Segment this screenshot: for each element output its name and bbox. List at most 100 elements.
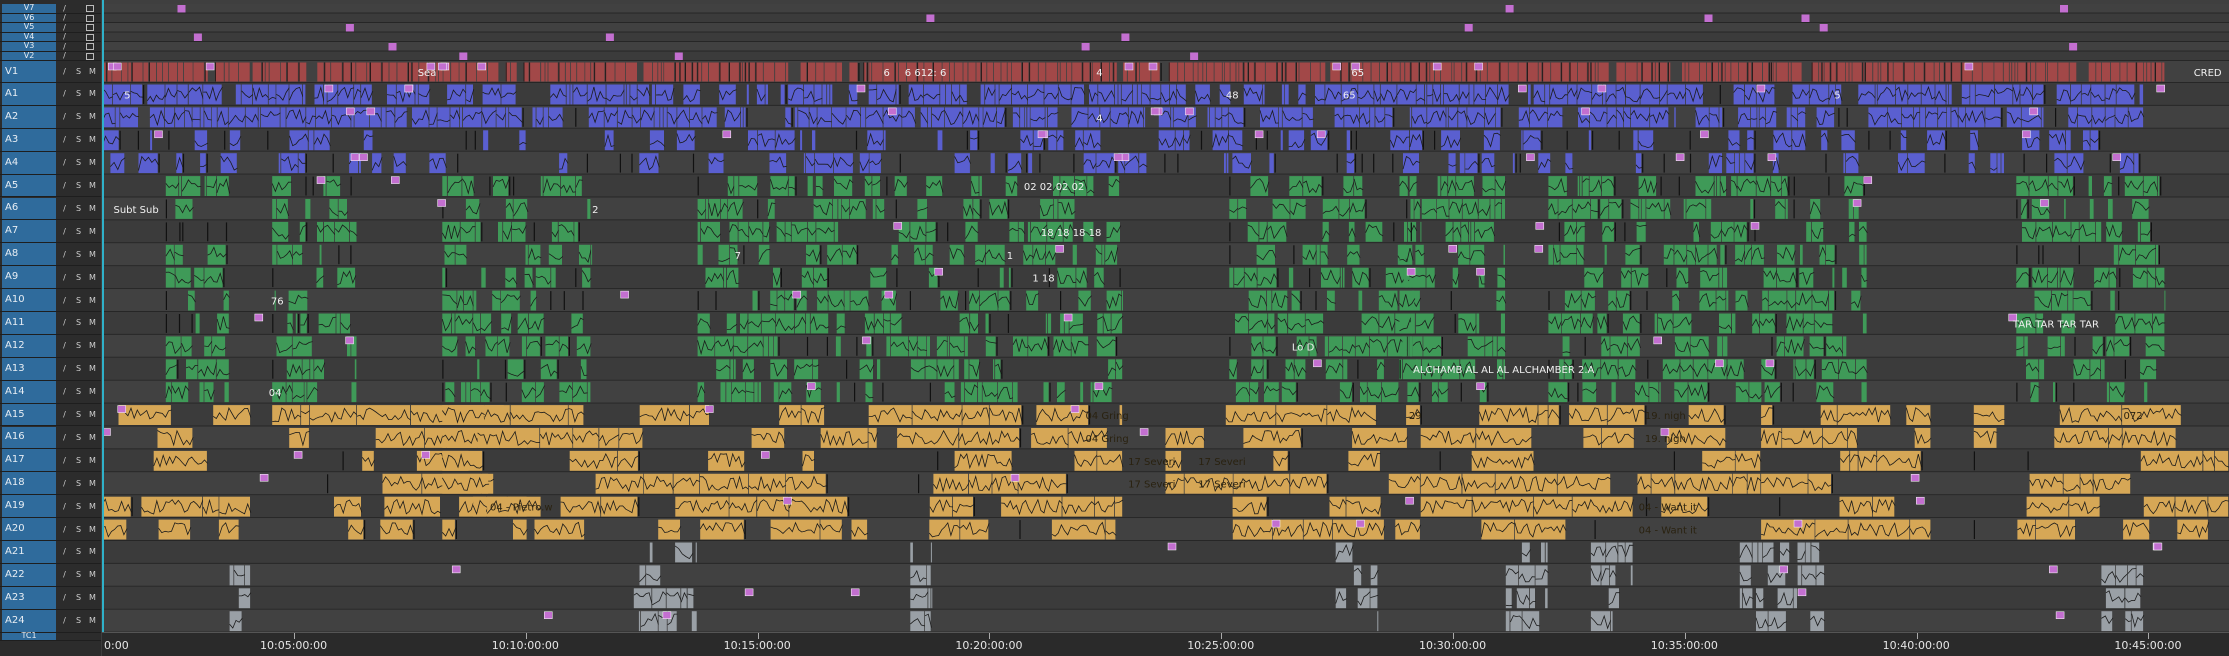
- clip[interactable]: [1793, 588, 1797, 609]
- clip[interactable]: [816, 62, 824, 82]
- clip[interactable]: [2147, 267, 2156, 288]
- clip[interactable]: [2156, 267, 2165, 288]
- clip[interactable]: [1466, 62, 1476, 82]
- clip[interactable]: [2109, 267, 2116, 288]
- clip[interactable]: [1622, 313, 1640, 334]
- clip[interactable]: [1012, 107, 1020, 128]
- clip[interactable]: [1040, 199, 1053, 219]
- clip[interactable]: [1403, 153, 1419, 174]
- clip[interactable]: [1334, 107, 1344, 128]
- clip[interactable]: [729, 496, 757, 517]
- clip[interactable]: [1379, 62, 1387, 82]
- clip[interactable]: [931, 588, 933, 609]
- clip[interactable]: [1674, 336, 1690, 357]
- clip[interactable]: [1029, 62, 1038, 82]
- track-header-a2[interactable]: A2/S M: [0, 105, 101, 129]
- clip[interactable]: [652, 62, 658, 82]
- clip[interactable]: [883, 313, 890, 334]
- clip[interactable]: [1630, 107, 1650, 128]
- clip[interactable]: [303, 84, 306, 105]
- clip[interactable]: [302, 359, 310, 380]
- solo-button[interactable]: S: [72, 610, 85, 632]
- clip[interactable]: [194, 267, 204, 288]
- marker-icon[interactable]: [2029, 107, 2038, 116]
- clip[interactable]: [2079, 221, 2096, 242]
- marker-icon[interactable]: [1167, 542, 1177, 551]
- clip[interactable]: [1796, 290, 1812, 311]
- track-pencil-icon[interactable]: /: [58, 495, 71, 517]
- track-lane-a10[interactable]: [102, 289, 2229, 312]
- marker-icon[interactable]: [1756, 84, 1766, 93]
- clip[interactable]: [785, 107, 791, 128]
- clip[interactable]: [763, 336, 769, 357]
- marker-icon[interactable]: [345, 24, 354, 32]
- clip[interactable]: [1786, 313, 1803, 334]
- clip[interactable]: [272, 199, 276, 219]
- clip[interactable]: [1577, 62, 1587, 82]
- clip[interactable]: [1505, 611, 1510, 632]
- clip[interactable]: [1456, 176, 1474, 196]
- clip[interactable]: [1150, 84, 1161, 105]
- clip[interactable]: [2113, 244, 2119, 265]
- clip[interactable]: [1485, 336, 1493, 357]
- clip[interactable]: [149, 62, 156, 82]
- marker-icon[interactable]: [1139, 428, 1149, 436]
- marker-icon[interactable]: [705, 405, 714, 413]
- clip[interactable]: [651, 84, 656, 105]
- clip[interactable]: [1340, 62, 1348, 82]
- clip[interactable]: [723, 267, 727, 288]
- track-header-a13[interactable]: A13/S M: [0, 357, 101, 381]
- marker-icon[interactable]: [1254, 130, 1264, 139]
- track-name[interactable]: A22: [2, 563, 56, 586]
- clip[interactable]: [1626, 84, 1640, 105]
- marker-icon[interactable]: [544, 611, 553, 619]
- marker-icon[interactable]: [1055, 245, 1064, 253]
- clip[interactable]: [1420, 428, 1476, 448]
- clip[interactable]: [507, 359, 524, 380]
- clip[interactable]: [697, 244, 703, 265]
- clip[interactable]: [594, 62, 605, 82]
- clip[interactable]: [558, 62, 565, 82]
- clip[interactable]: [354, 359, 357, 380]
- track-lane-a4[interactable]: [102, 151, 2229, 175]
- clip[interactable]: [1811, 62, 1819, 82]
- clip[interactable]: [1397, 84, 1416, 105]
- marker-icon[interactable]: [2022, 130, 2031, 139]
- clip[interactable]: [2143, 62, 2147, 82]
- clip[interactable]: [280, 62, 286, 82]
- clip[interactable]: [960, 519, 989, 540]
- clip[interactable]: [1454, 62, 1462, 82]
- track-lane-a14[interactable]: [102, 380, 2229, 404]
- clip[interactable]: [1745, 153, 1754, 174]
- solo-button[interactable]: S: [72, 564, 85, 586]
- clip[interactable]: [1485, 84, 1497, 105]
- clip[interactable]: [1272, 199, 1290, 219]
- clip[interactable]: [2114, 336, 2130, 357]
- clip[interactable]: [734, 359, 736, 380]
- track-name[interactable]: A3: [2, 128, 56, 151]
- clip[interactable]: [1606, 542, 1618, 563]
- clip[interactable]: [2029, 473, 2063, 494]
- track-name[interactable]: A6: [2, 197, 56, 220]
- marker-icon[interactable]: [792, 290, 801, 299]
- clip[interactable]: [218, 519, 239, 540]
- clip[interactable]: [1452, 267, 1459, 288]
- marker-icon[interactable]: [438, 62, 447, 71]
- clip[interactable]: [118, 405, 171, 425]
- marker-icon[interactable]: [1801, 14, 1810, 23]
- clip[interactable]: [1635, 382, 1649, 403]
- clip[interactable]: [1409, 336, 1413, 357]
- clip[interactable]: [216, 359, 229, 380]
- track-pencil-icon[interactable]: /: [58, 449, 71, 471]
- solo-button[interactable]: S: [72, 175, 85, 197]
- clip[interactable]: [1564, 290, 1581, 311]
- clip[interactable]: [1819, 62, 1821, 82]
- track-lane-a24[interactable]: [102, 609, 2229, 633]
- clip[interactable]: [1590, 107, 1607, 128]
- track-header-a5[interactable]: A5/S M: [0, 174, 101, 198]
- clip[interactable]: [1171, 107, 1173, 128]
- clip[interactable]: [380, 519, 413, 540]
- track-header-a21[interactable]: A21/S M: [0, 541, 101, 564]
- clip[interactable]: [534, 519, 585, 540]
- clip[interactable]: [1390, 130, 1409, 151]
